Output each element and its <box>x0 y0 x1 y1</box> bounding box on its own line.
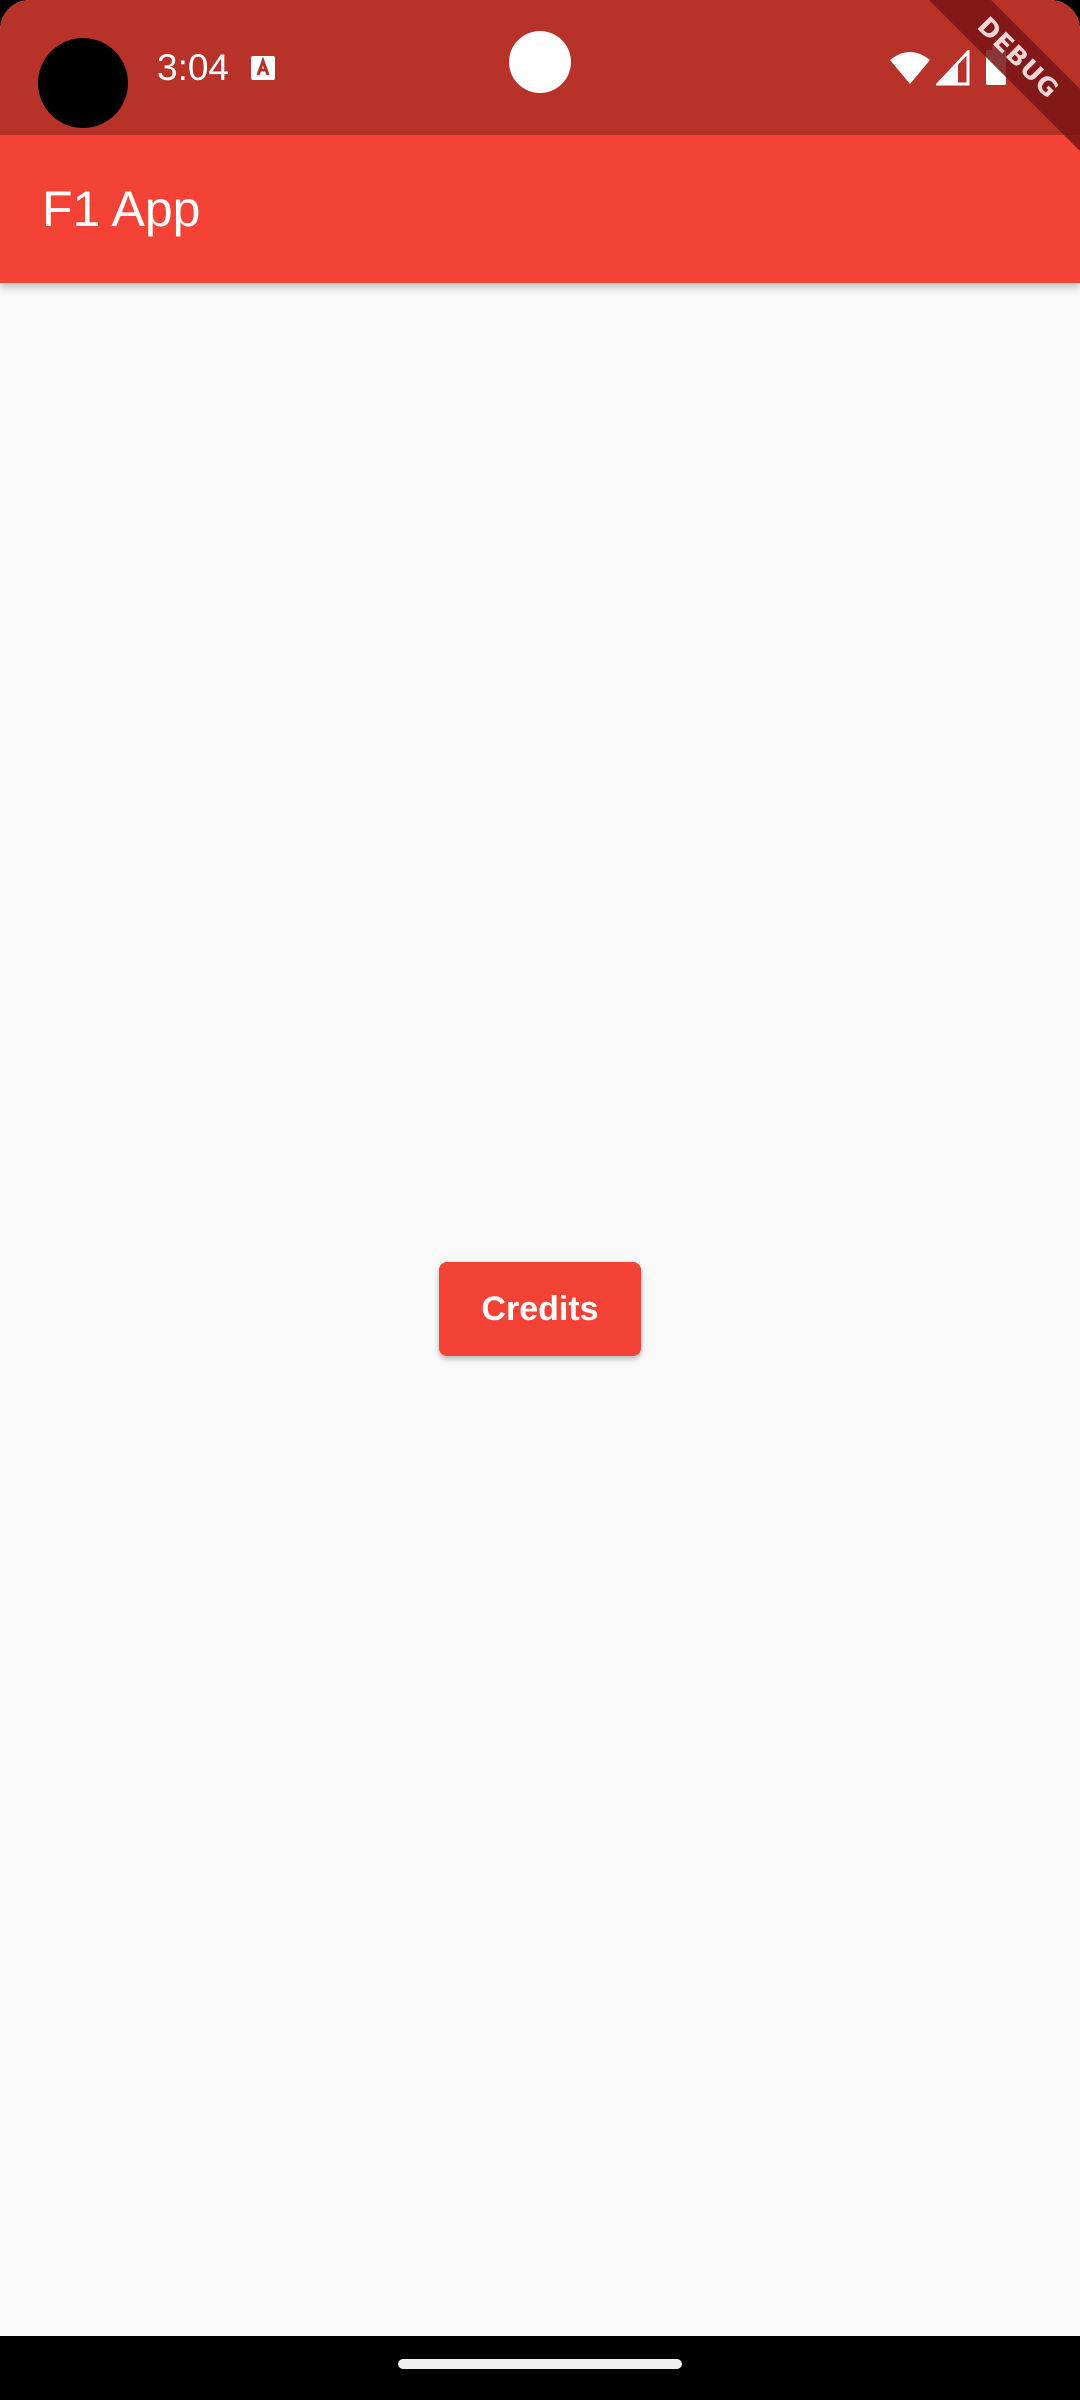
text-a-notification-icon <box>251 56 275 80</box>
status-time: 3:04 <box>157 47 230 88</box>
status-bar: 3:04 <box>0 0 1080 135</box>
wifi-icon <box>890 52 930 84</box>
front-sensor <box>509 31 571 93</box>
app-title: F1 App <box>42 181 201 237</box>
cell-signal-icon <box>936 50 970 86</box>
home-handle[interactable] <box>398 2359 682 2369</box>
credits-button[interactable]: Credits <box>439 1262 641 1356</box>
app-bar: F1 App <box>0 135 1080 283</box>
navigation-bar <box>0 2336 1080 2400</box>
battery-icon <box>986 46 1006 85</box>
app-screen: 3:04 F1 App DEBUG Credits <box>0 0 1080 2400</box>
camera-cutout <box>38 38 128 128</box>
